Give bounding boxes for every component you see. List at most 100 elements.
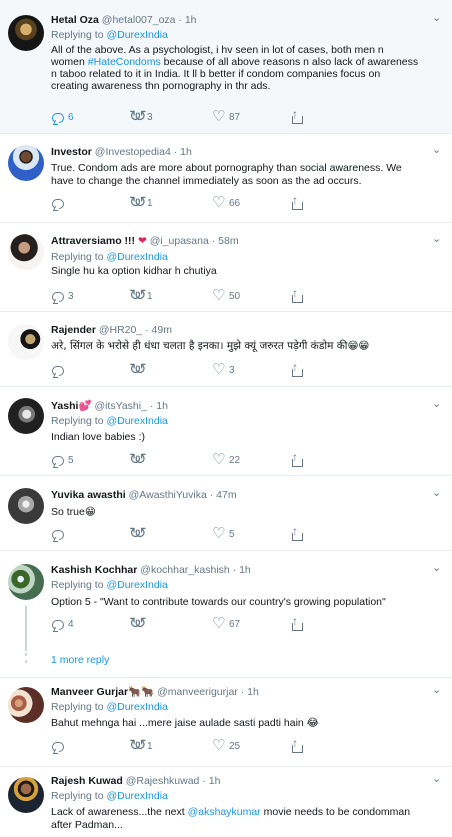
chevron-down-icon[interactable]: ⌄ — [432, 563, 441, 574]
share-button[interactable] — [290, 451, 303, 468]
timestamp[interactable]: 1h — [239, 564, 251, 576]
display-name[interactable]: Attraversiamo !!! — [51, 235, 135, 247]
reply-button[interactable]: 5 — [51, 452, 74, 468]
share-button[interactable] — [290, 108, 303, 125]
username[interactable]: @hetal007_oza — [102, 14, 176, 26]
share-button[interactable] — [290, 194, 303, 211]
mention-link[interactable]: @akshaykumar — [188, 806, 261, 818]
avatar[interactable] — [8, 234, 44, 270]
chevron-down-icon[interactable]: ⌄ — [432, 488, 441, 499]
tweet-investor[interactable]: Investor @Investopedia4 · 1h True. Condo… — [0, 134, 452, 223]
reply-button[interactable] — [51, 738, 64, 754]
share-button[interactable] — [290, 287, 303, 304]
like-button[interactable]: ♡ 50 — [212, 288, 240, 304]
like-button[interactable]: ♡ 87 — [212, 109, 240, 125]
mention-link[interactable]: @DurexIndia — [106, 415, 167, 427]
display-name[interactable]: Manveer Gurjar — [51, 686, 128, 698]
reply-button[interactable] — [51, 362, 64, 378]
retweet-button[interactable] — [129, 614, 147, 632]
retweet-button[interactable]: 1 — [129, 193, 153, 211]
username[interactable]: @Rajeshkuwad — [126, 775, 200, 787]
username[interactable]: @i_upasana — [150, 235, 209, 247]
mention-link[interactable]: @DurexIndia — [106, 29, 167, 41]
retweet-button[interactable] — [129, 450, 147, 468]
hashtag-link[interactable]: #HateCondoms — [88, 56, 161, 68]
avatar[interactable] — [8, 145, 44, 181]
share-button[interactable] — [290, 361, 303, 378]
avatar[interactable] — [8, 777, 44, 813]
display-name[interactable]: Investor — [51, 146, 92, 158]
heart-icon: ♡ — [212, 524, 226, 542]
username[interactable]: @HR20_ — [99, 324, 142, 336]
tweet-rajesh-kuwad[interactable]: Rajesh Kuwad @Rajeshkuwad · 1h Replying … — [0, 767, 452, 837]
username[interactable]: @manveerigurjar — [157, 686, 238, 698]
sparkle-heart-emoji-icon: 💕 — [78, 400, 92, 412]
share-button[interactable] — [290, 737, 303, 754]
timestamp[interactable]: 1h — [180, 146, 192, 158]
retweet-button[interactable] — [129, 360, 147, 378]
heart-icon: ♡ — [212, 193, 226, 211]
reply-button[interactable]: 3 — [51, 288, 74, 304]
chevron-down-icon[interactable]: ⌄ — [432, 13, 441, 24]
more-replies-link[interactable]: 1 more reply — [51, 654, 109, 666]
avatar[interactable] — [8, 398, 44, 434]
tweet-manveer-gurjar[interactable]: Manveer Gurjar🐂🐂 @manveerigurjar · 1h Re… — [0, 678, 452, 767]
mention-link[interactable]: @DurexIndia — [106, 251, 167, 263]
retweet-button[interactable]: 3 — [129, 107, 153, 125]
share-button[interactable] — [290, 525, 303, 542]
display-name[interactable]: Yuvika awasthi — [51, 489, 126, 501]
reply-button[interactable] — [51, 526, 64, 542]
like-button[interactable]: ♡ 66 — [212, 195, 240, 211]
avatar[interactable] — [8, 687, 44, 723]
tweet-yuvika-awasthi[interactable]: Yuvika awasthi @AwasthiYuvika · 47m So t… — [0, 476, 452, 551]
tweet-attraversiamo[interactable]: Attraversiamo !!! ❤ @i_upasana · 58m Rep… — [0, 223, 452, 312]
mention-link[interactable]: @DurexIndia — [106, 579, 167, 591]
retweet-button[interactable] — [129, 524, 147, 542]
like-button[interactable]: ♡ 25 — [212, 738, 240, 754]
display-name[interactable]: Rajender — [51, 324, 96, 336]
like-button[interactable]: ♡ 22 — [212, 452, 240, 468]
timestamp[interactable]: 58m — [218, 235, 238, 247]
share-icon — [290, 108, 303, 124]
timestamp[interactable]: 1h — [156, 400, 168, 412]
like-button[interactable]: ♡ 67 — [212, 616, 240, 632]
thread-dot — [25, 660, 27, 663]
timestamp[interactable]: 1h — [185, 14, 197, 26]
share-button[interactable] — [290, 615, 303, 632]
display-name[interactable]: Kashish Kochhar — [51, 564, 137, 576]
timestamp[interactable]: 47m — [216, 489, 236, 501]
tweet-yashi[interactable]: Yashi💕 @itsYashi_ · 1h Replying to @Dure… — [0, 387, 452, 476]
avatar[interactable] — [8, 324, 44, 360]
display-name[interactable]: Hetal Oza — [51, 14, 99, 26]
display-name[interactable]: Yashi — [51, 400, 78, 412]
chevron-down-icon[interactable]: ⌄ — [432, 145, 441, 156]
chevron-down-icon[interactable]: ⌄ — [432, 774, 441, 785]
reply-button[interactable] — [51, 195, 64, 211]
username[interactable]: @AwasthiYuvika — [129, 489, 207, 501]
reply-button[interactable]: 6 — [51, 109, 74, 125]
retweet-button[interactable]: 1 — [129, 736, 153, 754]
timestamp[interactable]: 49m — [152, 324, 172, 336]
chevron-down-icon[interactable]: ⌄ — [432, 399, 441, 410]
share-icon — [290, 194, 303, 210]
timestamp[interactable]: 1h — [247, 686, 259, 698]
retweet-icon — [129, 736, 147, 754]
avatar[interactable] — [8, 15, 44, 51]
mention-link[interactable]: @DurexIndia — [106, 790, 167, 802]
username[interactable]: @Investopedia4 — [95, 146, 171, 158]
username[interactable]: @kochhar_kashish — [140, 564, 229, 576]
avatar[interactable] — [8, 488, 44, 524]
reply-button[interactable]: 4 — [51, 616, 74, 632]
display-name[interactable]: Rajesh Kuwad — [51, 775, 123, 787]
username[interactable]: @itsYashi_ — [94, 400, 147, 412]
like-button[interactable]: ♡ 5 — [212, 526, 235, 542]
avatar[interactable] — [8, 564, 44, 600]
tweet-hetal-oza[interactable]: Hetal Oza @hetal007_oza · 1h Replying to… — [0, 0, 452, 134]
tweet-rajender[interactable]: Rajender @HR20_ · 49m अरे, सिंगल के भरोस… — [0, 312, 452, 387]
retweet-button[interactable]: 1 — [129, 286, 153, 304]
mention-link[interactable]: @DurexIndia — [106, 701, 167, 713]
chevron-down-icon[interactable]: ⌄ — [432, 234, 441, 245]
chevron-down-icon[interactable]: ⌄ — [432, 685, 441, 696]
timestamp[interactable]: 1h — [209, 775, 221, 787]
like-button[interactable]: ♡ 3 — [212, 362, 235, 378]
